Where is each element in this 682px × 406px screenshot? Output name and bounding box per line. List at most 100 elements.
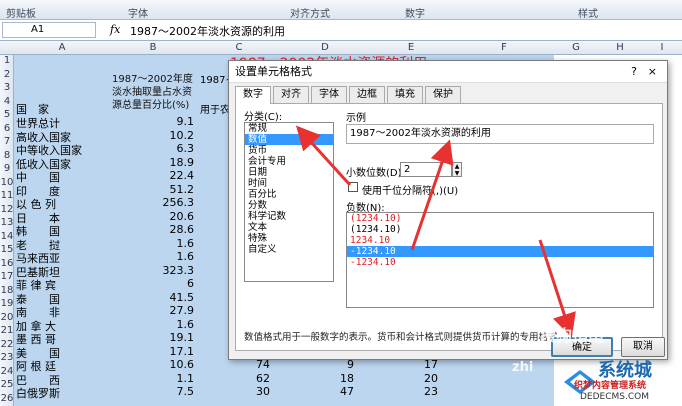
name-box[interactable]: A1 [2, 22, 96, 38]
column-header[interactable]: D [282, 42, 368, 53]
row-header[interactable]: 4 [0, 96, 14, 107]
value-cell[interactable]: 1.6 [150, 237, 195, 250]
category-item[interactable]: 科学记数 [245, 211, 333, 222]
value-cell[interactable]: 18.9 [150, 156, 195, 169]
value-cell[interactable]: 30 [240, 385, 270, 398]
category-item[interactable]: 数值 [245, 134, 333, 145]
value-cell[interactable]: 6 [150, 277, 194, 290]
column-header[interactable]: B [110, 42, 196, 53]
decimal-places-input[interactable]: 2 [400, 162, 452, 177]
value-cell[interactable]: 41.5 [150, 291, 195, 304]
tab-fill[interactable]: 填充 [387, 86, 423, 103]
list-item[interactable]: -1234.10 [347, 246, 653, 257]
value-cell[interactable]: 6.3 [150, 142, 195, 155]
column-header[interactable]: H [598, 42, 642, 53]
row-header[interactable]: 22 [0, 339, 14, 350]
row-header[interactable]: 13 [0, 217, 14, 228]
tab-protection[interactable]: 保护 [425, 86, 461, 103]
row-header[interactable]: 18 [0, 285, 14, 296]
value-cell[interactable]: 10.2 [150, 129, 195, 142]
col-b-header: 1987～2002年度淡水抽取量占水资源总量百分比(%) [112, 74, 193, 111]
value-cell[interactable]: 23 [408, 385, 438, 398]
row-header[interactable]: 11 [0, 190, 14, 201]
category-list[interactable]: 常规 数值 货币 会计专用 日期 时间 百分比 分数 科学记数 文本 特殊 自定义 [244, 122, 334, 282]
row-header[interactable]: 5 [0, 109, 14, 120]
category-item[interactable]: 百分比 [245, 189, 333, 200]
value-cell[interactable]: 22.4 [150, 169, 195, 182]
row-header[interactable]: 3 [0, 82, 14, 93]
tab-number[interactable]: 数字 [235, 86, 271, 104]
category-item[interactable]: 货币 [245, 145, 333, 156]
thousand-separator-checkbox[interactable] [348, 182, 358, 192]
row-header[interactable]: 1 [0, 55, 14, 66]
column-header[interactable]: A [14, 42, 110, 53]
value-cell[interactable]: 10.6 [150, 358, 195, 371]
value-cell[interactable]: 323.3 [150, 264, 195, 277]
row-header[interactable]: 12 [0, 204, 14, 215]
row-header[interactable]: 25 [0, 379, 14, 390]
row-header[interactable]: 16 [0, 258, 14, 269]
row-header[interactable]: 15 [0, 244, 14, 255]
value-cell[interactable]: 1.6 [150, 318, 195, 331]
row-header[interactable]: 7 [0, 136, 14, 147]
value-cell[interactable]: 20 [408, 372, 438, 385]
list-item[interactable]: 1234.10 [347, 235, 653, 246]
value-cell[interactable]: 28.6 [150, 223, 195, 236]
column-header[interactable]: F [454, 42, 554, 53]
tab-alignment[interactable]: 对齐 [273, 86, 309, 103]
column-header[interactable]: I [642, 42, 682, 53]
value-cell[interactable]: 19.1 [150, 331, 195, 344]
value-cell[interactable]: 20.6 [150, 210, 195, 223]
value-cell[interactable]: 9.1 [150, 115, 195, 128]
function-icon[interactable]: fx [110, 23, 120, 36]
negative-number-list[interactable]: (1234.10) (1234.10) 1234.10 -1234.10 -12… [346, 212, 654, 308]
column-header[interactable]: G [554, 42, 598, 53]
list-item[interactable]: (1234.10) [347, 224, 653, 235]
row-header[interactable]: 9 [0, 163, 14, 174]
value-cell[interactable]: 1.1 [150, 372, 195, 385]
tab-font[interactable]: 字体 [311, 86, 347, 103]
row-header[interactable]: 8 [0, 150, 14, 161]
category-item[interactable]: 分数 [245, 200, 333, 211]
decimal-spinner[interactable]: ▲ ▼ [452, 162, 462, 177]
category-item[interactable]: 时间 [245, 178, 333, 189]
thousand-separator-label: 使用千位分隔符(,)(U) [362, 186, 459, 197]
value-cell[interactable]: 17.1 [150, 345, 195, 358]
value-cell[interactable]: 1.6 [150, 250, 195, 263]
value-cell[interactable]: 18 [324, 372, 354, 385]
value-cell[interactable]: 62 [240, 372, 270, 385]
value-cell[interactable]: 47 [324, 385, 354, 398]
category-item[interactable]: 常规 [245, 123, 333, 134]
row-header[interactable]: 20 [0, 312, 14, 323]
ribbon-group-clipboard: 剪贴板 [6, 9, 36, 20]
row-header[interactable]: 10 [0, 177, 14, 188]
formula-bar: A1 fx 1987～2002年淡水资源的利用 [0, 20, 682, 41]
close-icon[interactable]: × [648, 65, 657, 78]
row-header[interactable]: 21 [0, 325, 14, 336]
value-cell[interactable]: 256.3 [150, 196, 195, 209]
row-header[interactable]: 24 [0, 366, 14, 377]
category-item[interactable]: 文本 [245, 222, 333, 233]
value-cell[interactable]: 27.9 [150, 304, 195, 317]
value-cell[interactable]: 7.5 [150, 385, 195, 398]
row-header[interactable]: 6 [0, 123, 14, 134]
formula-input[interactable]: 1987～2002年淡水资源的利用 [130, 23, 285, 39]
row-header[interactable]: 19 [0, 298, 14, 309]
row-header[interactable]: 14 [0, 231, 14, 242]
column-header[interactable]: C [196, 42, 282, 53]
row-header[interactable]: 17 [0, 271, 14, 282]
tab-border[interactable]: 边框 [349, 86, 385, 103]
category-item[interactable]: 特殊 [245, 233, 333, 244]
category-item[interactable]: 会计专用 [245, 156, 333, 167]
category-item[interactable]: 自定义 [245, 244, 333, 255]
list-item[interactable]: (1234.10) [347, 213, 653, 224]
row-header[interactable]: 26 [0, 393, 14, 404]
row-header[interactable]: 23 [0, 352, 14, 363]
country-cell[interactable]: 白俄罗斯 [16, 385, 60, 401]
category-item[interactable]: 日期 [245, 167, 333, 178]
value-cell[interactable]: 51.2 [150, 183, 195, 196]
help-icon[interactable]: ? [631, 65, 637, 78]
row-header[interactable]: 2 [0, 69, 14, 80]
list-item[interactable]: -1234.10 [347, 257, 653, 268]
column-header[interactable]: E [368, 42, 454, 53]
